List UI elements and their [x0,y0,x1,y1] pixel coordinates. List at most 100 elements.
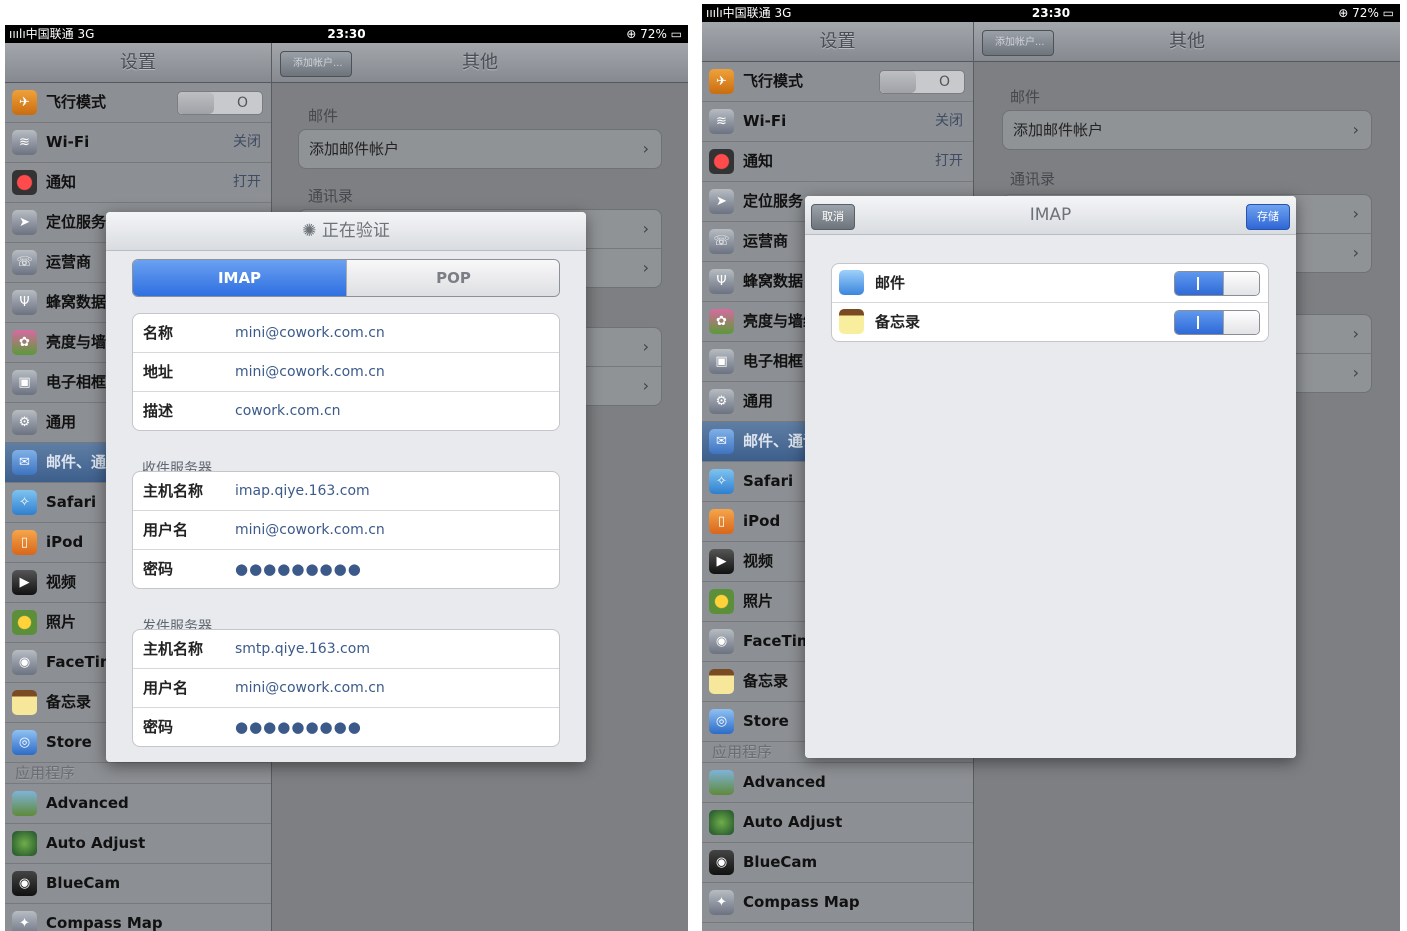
imap-segment[interactable]: IMAP [133,260,346,296]
chevron-right-icon: › [1352,324,1359,343]
sidebar-item-wifi[interactable]: ≋ Wi-Fi 关闭 [5,123,271,163]
sidebar-item-value: 关闭 [233,134,261,150]
save-button[interactable]: 存储 [1246,204,1290,230]
facetime-icon: ◉ [709,629,734,654]
outgoing-server-group: 主机名称 smtp.qiye.163.com 用户名 mini@cowork.com… [132,629,560,747]
sidebar-item-value: 打开 [233,174,261,190]
field-label: 用户名 [143,521,189,539]
cellular-icon: Ψ [709,269,734,294]
sidebar-item-advanced[interactable]: Advanced [5,784,271,824]
field-label: 描述 [143,402,174,420]
add-mail-account-row[interactable]: 添加邮件帐户 › [299,130,661,168]
sidebar-item-label: 蜂窝数据 [46,293,107,311]
sidebar-item-advanced[interactable]: Advanced [702,763,973,803]
notes-icon [12,690,37,715]
safari-icon: ✧ [709,469,734,494]
sidebar-item-label: Compass Map [46,914,163,931]
outgoing-host-field[interactable]: 主机名称 smtp.qiye.163.com [133,630,559,669]
modal-body: IMAP POP 名称 mini@cowork.com.cn 地址 mini@cow… [106,251,586,762]
chevron-right-icon: › [642,219,649,238]
airplane-toggle[interactable]: O [879,70,965,94]
sidebar-item-notifications[interactable]: 通知 打开 [702,142,973,182]
account-name-field[interactable]: 名称 mini@cowork.com.cn [133,314,559,353]
camera-icon: ◉ [12,871,37,896]
sidebar-item-label: iPod [743,512,781,530]
facetime-icon: ◉ [12,650,37,675]
sidebar-item-airplane[interactable]: ✈ 飞行模式 O [702,62,973,102]
pop-segment[interactable]: POP [346,260,559,296]
notes-toggle[interactable] [1174,310,1260,335]
sidebar-item-label: 飞行模式 [46,93,107,111]
add-mail-group: 添加邮件帐户 › [1002,110,1372,150]
photos-icon [709,589,734,614]
gear-icon: ⚙ [709,389,734,414]
airplane-toggle[interactable]: O [177,91,263,115]
field-value: ●●●●●●●●● [235,718,362,736]
add-mail-account-row[interactable]: 添加邮件帐户 › [1003,111,1371,149]
phone-icon: ☏ [12,250,37,275]
sidebar-item-airplane[interactable]: ✈ 飞行模式 O [5,83,271,123]
chevron-right-icon: › [642,258,649,277]
mail-toggle[interactable] [1174,271,1260,296]
modal-title: ✺ 正在验证 [302,221,390,241]
account-address-field[interactable]: 地址 mini@cowork.com.cn [133,353,559,392]
sidebar-item-bluecam[interactable]: ◉ BlueCam [702,843,973,883]
detail-title: 其他 [462,52,498,73]
app-icon [12,831,37,856]
imap-services-modal: IMAP 取消 存储 邮件 备忘录 [805,196,1296,758]
chevron-right-icon: › [642,139,649,158]
incoming-host-field[interactable]: 主机名称 imap.qiye.163.com [133,472,559,511]
sidebar-item-compass-map[interactable]: ✦ Compass Map [702,883,973,923]
sidebar-item-auto-adjust[interactable]: Auto Adjust [702,803,973,843]
sidebar-item-notifications[interactable]: 通知 打开 [5,163,271,203]
field-value: imap.qiye.163.com [235,483,370,499]
sidebar-item-label: 电子相框 [46,373,107,391]
add-mail-account-label: 添加邮件帐户 [309,140,400,158]
sidebar-item-label: 通知 [743,152,774,170]
incoming-username-field[interactable]: 用户名 mini@cowork.com.cn [133,511,559,550]
sidebar-item-label: Wi-Fi [46,133,90,151]
mail-icon: ✉ [12,450,37,475]
account-verify-modal: ✺ 正在验证 IMAP POP 名称 mini@cowork.com.cn 地址 m… [106,212,586,762]
outgoing-username-field[interactable]: 用户名 mini@cowork.com.cn [133,669,559,708]
account-description-field[interactable]: 描述 cowork.com.cn [133,392,559,430]
sidebar-item-label: 定位服务 [743,192,804,210]
field-label: 密码 [143,560,174,578]
sidebar-item-label: BlueCam [743,853,818,871]
camera-icon: ◉ [709,850,734,875]
sidebar-item-label: Safari [743,472,794,490]
compass-icon: ✦ [12,911,37,931]
sidebar-item-label: Compass Map [743,893,860,911]
clock: 23:30 [327,27,366,41]
contacts-section-label: 通讯录 [308,187,354,205]
sidebar-item-label: 电子相框 [743,352,804,370]
field-value: mini@cowork.com.cn [235,680,385,696]
gear-icon: ⚙ [12,410,37,435]
store-icon: ◎ [709,709,734,734]
clock: 23:30 [1031,6,1071,20]
picture-frame-icon: ▣ [709,349,734,374]
spinner-icon: ✺ [302,221,317,241]
sidebar-item-label: 视频 [46,573,77,591]
sidebar-item-compass-map[interactable]: ✦ Compass Map [5,904,271,931]
detail-navbar: 添加帐户... 其他 [272,43,688,83]
wifi-icon: ≋ [709,109,734,134]
sidebar-item-label: BlueCam [46,874,121,892]
sidebar-item-auto-adjust[interactable]: Auto Adjust [5,824,271,864]
chevron-right-icon: › [1352,120,1359,139]
outgoing-password-field[interactable]: 密码 ●●●●●●●●● [133,708,559,746]
cancel-button[interactable]: 取消 [811,204,855,230]
brightness-icon: ✿ [709,309,734,334]
field-value: ●●●●●●●●● [235,560,362,578]
app-icon [709,770,734,795]
sidebar-item-bluecam[interactable]: ◉ BlueCam [5,864,271,904]
location-icon: ➤ [709,189,734,214]
incoming-password-field[interactable]: 密码 ●●●●●●●●● [133,550,559,588]
wifi-icon: ≋ [12,130,37,155]
sidebar-item-wifi[interactable]: ≋ Wi-Fi 关闭 [702,102,973,142]
sidebar-title: 设置 [819,31,856,52]
notification-icon [12,170,37,195]
field-label: 地址 [143,363,174,381]
apps-section-header: 应用程序 [5,763,271,784]
field-label: 用户名 [143,679,189,697]
